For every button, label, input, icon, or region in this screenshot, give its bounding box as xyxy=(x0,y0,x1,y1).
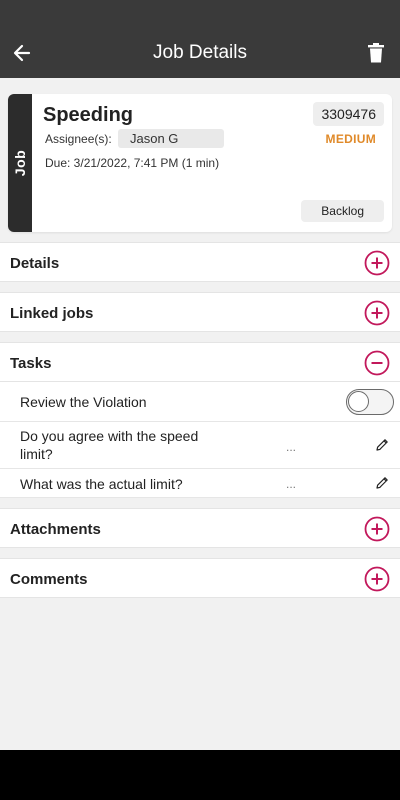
section-label: Linked jobs xyxy=(10,305,94,322)
section-tasks[interactable]: Tasks xyxy=(0,342,400,382)
assignee-label: Assignee(s): xyxy=(45,132,112,146)
section-label: Attachments xyxy=(10,521,101,538)
priority-label: MEDIUM xyxy=(325,132,376,146)
due-date: Due: 3/21/2022, 7:41 PM (1 min) xyxy=(45,156,220,170)
task-toggle-switch[interactable] xyxy=(346,389,394,415)
plus-circle-icon[interactable] xyxy=(364,566,390,592)
section-label: Comments xyxy=(10,571,88,588)
task-row[interactable]: Review the Violation xyxy=(0,382,400,422)
section-attachments[interactable]: Attachments xyxy=(0,508,400,548)
plus-circle-icon[interactable] xyxy=(364,300,390,326)
pencil-icon[interactable] xyxy=(374,437,390,453)
job-type-tab: Job xyxy=(8,94,32,232)
plus-circle-icon[interactable] xyxy=(364,516,390,542)
pencil-icon[interactable] xyxy=(374,475,390,491)
section-label: Tasks xyxy=(10,355,52,372)
navigation-bar xyxy=(0,750,400,800)
plus-circle-icon[interactable] xyxy=(364,250,390,276)
assignee-chip[interactable]: Jason G xyxy=(118,129,224,148)
job-card[interactable]: Job Speeding 3309476 MEDIUM Assignee(s):… xyxy=(8,94,392,232)
minus-circle-icon[interactable] xyxy=(364,350,390,376)
page-title: Job Details xyxy=(153,42,247,63)
job-tab-label: Job xyxy=(12,149,29,177)
task-value: ... xyxy=(286,440,297,454)
arrow-left-icon[interactable] xyxy=(10,41,34,65)
job-title: Speeding xyxy=(43,104,134,126)
section-details[interactable]: Details xyxy=(0,242,400,282)
section-linked-jobs[interactable]: Linked jobs xyxy=(0,292,400,332)
status-bar xyxy=(0,0,400,28)
section-comments[interactable]: Comments xyxy=(0,558,400,598)
task-label: Review the Violation xyxy=(20,394,147,410)
status-button[interactable]: Backlog xyxy=(301,200,384,222)
task-row[interactable]: Do you agree with the speed limit? ... xyxy=(0,422,400,469)
task-row[interactable]: What was the actual limit? ... xyxy=(0,469,400,498)
task-value: ... xyxy=(286,477,297,491)
switch-knob xyxy=(348,391,369,412)
section-label: Details xyxy=(10,255,60,272)
trash-icon[interactable] xyxy=(364,41,388,65)
app-bar: Job Details xyxy=(0,28,400,78)
job-id-badge: 3309476 xyxy=(313,102,384,126)
task-label: Do you agree with the speed limit? xyxy=(20,428,199,462)
task-label: What was the actual limit? xyxy=(20,476,183,492)
